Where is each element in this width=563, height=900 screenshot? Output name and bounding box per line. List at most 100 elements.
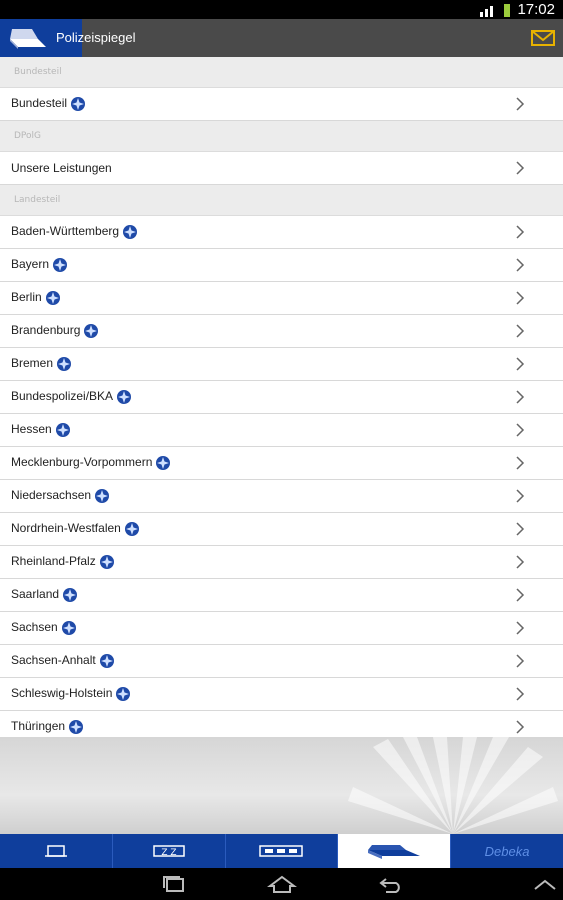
section-header: Bundesteil bbox=[0, 57, 563, 88]
list-item[interactable]: Baden-Württemberg bbox=[0, 216, 563, 249]
list-item[interactable]: Saarland bbox=[0, 579, 563, 612]
magazine-icon bbox=[368, 845, 421, 859]
tab-calendar[interactable]: Z Z bbox=[113, 834, 226, 868]
list-item-label: Thüringen bbox=[0, 719, 84, 735]
new-badge-icon bbox=[95, 489, 110, 503]
tab-news[interactable] bbox=[0, 834, 113, 868]
list-item[interactable]: Bundespolizei/BKA bbox=[0, 381, 563, 414]
list-item[interactable]: Brandenburg bbox=[0, 315, 563, 348]
app-bar: Polizeispiegel bbox=[0, 19, 563, 57]
list-item-text: Mecklenburg-Vorpommern bbox=[11, 455, 153, 470]
police-star-watermark-icon bbox=[348, 737, 558, 834]
section-header: Landesteil bbox=[0, 185, 563, 216]
new-badge-icon bbox=[45, 291, 60, 305]
new-badge-icon bbox=[53, 258, 68, 272]
tab-list[interactable] bbox=[226, 834, 339, 868]
list-item-label: Bayern bbox=[0, 257, 68, 273]
list-item-text: Nordrhein-Westfalen bbox=[11, 521, 121, 536]
home-icon[interactable] bbox=[267, 874, 297, 894]
chevron-right-icon bbox=[516, 555, 525, 569]
list-item-label: Schleswig-Holstein bbox=[0, 686, 131, 702]
list-item-label: Saarland bbox=[0, 587, 78, 603]
new-badge-icon bbox=[84, 324, 99, 338]
list-item[interactable]: Bayern bbox=[0, 249, 563, 282]
list-item-text: Schleswig-Holstein bbox=[11, 686, 113, 701]
list-item-text: Berlin bbox=[11, 290, 42, 305]
list-item[interactable]: Sachsen-Anhalt bbox=[0, 645, 563, 678]
chevron-right-icon bbox=[516, 258, 525, 272]
list-item-label: Bundespolizei/BKA bbox=[0, 389, 132, 405]
new-badge-icon bbox=[71, 97, 86, 111]
chevron-right-icon bbox=[516, 456, 525, 470]
chevron-right-icon bbox=[516, 97, 525, 111]
list-item-label: Mecklenburg-Vorpommern bbox=[0, 455, 171, 471]
tab-debeka[interactable]: Debeka bbox=[451, 834, 563, 868]
mail-icon[interactable] bbox=[531, 29, 555, 47]
list-item[interactable]: Niedersachsen bbox=[0, 480, 563, 513]
chevron-right-icon bbox=[516, 324, 525, 338]
chevron-right-icon bbox=[516, 161, 525, 175]
new-badge-icon bbox=[99, 555, 114, 569]
list-item[interactable]: Mecklenburg-Vorpommern bbox=[0, 447, 563, 480]
list-item-text: Bremen bbox=[11, 356, 54, 371]
list-item[interactable]: Bremen bbox=[0, 348, 563, 381]
list-item-text: Sachsen-Anhalt bbox=[11, 653, 96, 668]
tab-polizeispiegel[interactable] bbox=[338, 834, 452, 868]
list-item-label: Unsere Leistungen bbox=[0, 161, 112, 175]
list-item[interactable]: Sachsen bbox=[0, 612, 563, 645]
new-badge-icon bbox=[63, 588, 78, 602]
list-item-label: Sachsen-Anhalt bbox=[0, 653, 115, 669]
debeka-logo: Debeka bbox=[484, 843, 530, 859]
new-badge-icon bbox=[61, 621, 76, 635]
page-title: Polizeispiegel bbox=[56, 30, 136, 45]
chevron-up-icon[interactable] bbox=[530, 874, 560, 894]
list-item-text: Bundesteil bbox=[11, 96, 68, 111]
battery-icon bbox=[504, 3, 511, 17]
chevron-right-icon bbox=[516, 489, 525, 503]
status-bar: 17:02 bbox=[0, 0, 563, 19]
list-item-text: Sachsen bbox=[11, 620, 58, 635]
navigation-bar bbox=[0, 868, 563, 900]
chevron-right-icon bbox=[516, 225, 525, 239]
list-item-label: Sachsen bbox=[0, 620, 77, 636]
list-item-label: Rheinland-Pfalz bbox=[0, 554, 115, 570]
list-item[interactable]: Rheinland-Pfalz bbox=[0, 546, 563, 579]
new-badge-icon bbox=[123, 225, 138, 239]
list-item[interactable]: Berlin bbox=[0, 282, 563, 315]
calendar-icon: Z Z bbox=[152, 845, 185, 858]
list-item-text: Baden-Württemberg bbox=[11, 224, 120, 239]
list-item[interactable]: Unsere Leistungen bbox=[0, 152, 563, 185]
list-item-text: Saarland bbox=[11, 587, 60, 602]
list-item-label: Hessen bbox=[0, 422, 71, 438]
list-item[interactable]: Bundesteil bbox=[0, 88, 563, 121]
new-badge-icon bbox=[55, 423, 70, 437]
chevron-right-icon bbox=[516, 357, 525, 371]
list-item-text: Rheinland-Pfalz bbox=[11, 554, 96, 569]
list-item-label: Nordrhein-Westfalen bbox=[0, 521, 140, 537]
list-item-text: Thüringen bbox=[11, 719, 66, 734]
list-icon bbox=[259, 845, 304, 857]
chevron-right-icon bbox=[516, 687, 525, 701]
chevron-right-icon bbox=[516, 588, 525, 602]
chevron-right-icon bbox=[516, 291, 525, 305]
category-list: Bundesteil Bundesteil DPolG Unsere Leistun… bbox=[0, 57, 563, 744]
status-time: 17:02 bbox=[517, 1, 555, 18]
list-item-label: Brandenburg bbox=[0, 323, 99, 339]
new-badge-icon bbox=[116, 687, 131, 701]
new-badge-icon bbox=[57, 357, 72, 371]
background-area bbox=[0, 737, 563, 834]
list-item-text: Bundespolizei/BKA bbox=[11, 389, 114, 404]
back-icon[interactable] bbox=[376, 874, 406, 894]
list-item[interactable]: Nordrhein-Westfalen bbox=[0, 513, 563, 546]
list-item-label: Baden-Württemberg bbox=[0, 224, 138, 240]
new-badge-icon bbox=[124, 522, 139, 536]
section-header: DPolG bbox=[0, 121, 563, 152]
list-item-text: Brandenburg bbox=[11, 323, 81, 338]
chevron-right-icon bbox=[516, 390, 525, 404]
recent-apps-icon[interactable] bbox=[159, 874, 189, 894]
signal-icon bbox=[480, 5, 494, 17]
new-badge-icon bbox=[117, 390, 132, 404]
list-item-text: Niedersachsen bbox=[11, 488, 92, 503]
list-item[interactable]: Schleswig-Holstein bbox=[0, 678, 563, 711]
list-item[interactable]: Hessen bbox=[0, 414, 563, 447]
